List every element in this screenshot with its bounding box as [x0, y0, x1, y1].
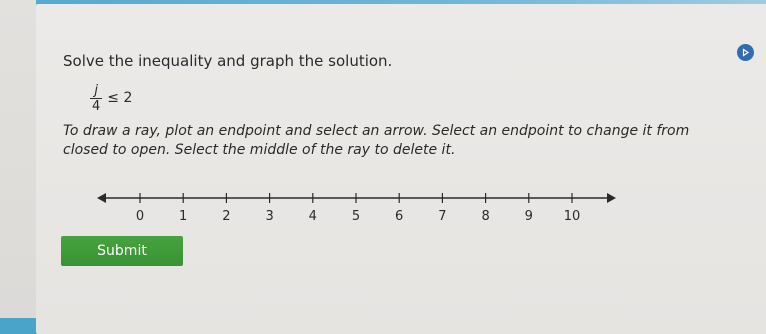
number-line-tick-label: 6 — [395, 209, 403, 224]
number-line-tick-label: 2 — [222, 209, 230, 224]
number-line[interactable]: 0 1 2 3 4 5 6 7 8 9 10 — [0, 0, 766, 240]
number-line-tick-label: 7 — [438, 209, 446, 224]
submit-button[interactable]: Submit — [61, 236, 183, 266]
left-arrow-icon[interactable] — [97, 193, 106, 203]
number-line-tick-label: 3 — [265, 209, 273, 224]
number-line-tick-label: 8 — [481, 209, 489, 224]
number-line-tick-label: 5 — [352, 209, 360, 224]
right-arrow-icon[interactable] — [607, 193, 616, 203]
number-line-tick-label: 10 — [564, 209, 581, 224]
number-line-tick-label: 9 — [525, 209, 533, 224]
number-line-tick-label: 0 — [136, 209, 144, 224]
number-line-tick-label: 1 — [179, 209, 187, 224]
number-line-tick-label: 4 — [309, 209, 317, 224]
